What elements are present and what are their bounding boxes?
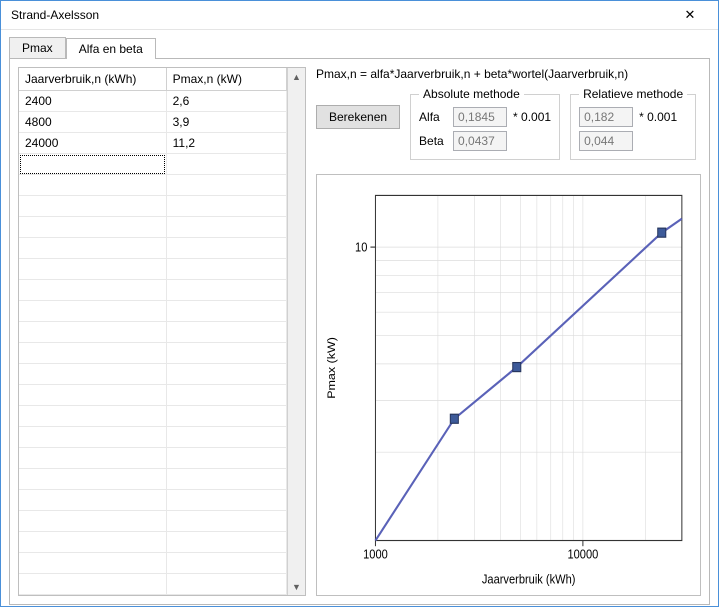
svg-text:10000: 10000: [567, 547, 598, 562]
svg-text:10: 10: [355, 240, 368, 255]
tabstrip: Pmax Alfa en beta: [9, 36, 710, 58]
relative-legend: Relatieve methode: [579, 87, 687, 101]
absolute-legend: Absolute methode: [419, 87, 524, 101]
window-title: Strand-Axelsson: [11, 8, 670, 22]
cell-pmax[interactable]: 11,2: [166, 133, 286, 154]
beta-label: Beta: [419, 134, 447, 148]
table-new-row[interactable]: [19, 154, 287, 175]
client-area: Pmax Alfa en beta Jaarverbruik,n (kWh) P…: [1, 30, 718, 613]
col-header-pmax[interactable]: Pmax,n (kW): [166, 68, 286, 91]
table-row[interactable]: 24002,6: [19, 91, 287, 112]
table-row[interactable]: 48003,9: [19, 112, 287, 133]
alfa-label: Alfa: [419, 110, 447, 124]
table-row[interactable]: [19, 175, 287, 196]
table-row[interactable]: [19, 280, 287, 301]
alfa-absolute-input[interactable]: [453, 107, 507, 127]
data-grid[interactable]: Jaarverbruik,n (kWh) Pmax,n (kW) 24002,6…: [18, 67, 306, 596]
cell-pmax[interactable]: [166, 154, 286, 175]
table-row[interactable]: [19, 196, 287, 217]
alfa-suffix: * 0.001: [513, 110, 551, 124]
titlebar: Strand-Axelsson ✕: [1, 1, 718, 30]
scroll-down-icon[interactable]: ▼: [288, 578, 305, 595]
table-row[interactable]: [19, 238, 287, 259]
table-row[interactable]: [19, 301, 287, 322]
table-row[interactable]: [19, 448, 287, 469]
table-row[interactable]: [19, 427, 287, 448]
table-row[interactable]: [19, 553, 287, 574]
table-row[interactable]: [19, 511, 287, 532]
relative-method-group: Relatieve methode * 0.001: [570, 87, 696, 160]
col-header-jaarverbruik[interactable]: Jaarverbruik,n (kWh): [19, 68, 166, 91]
table-row[interactable]: [19, 217, 287, 238]
right-panel: Pmax,n = alfa*Jaarverbruik,n + beta*wort…: [316, 67, 701, 596]
table-row[interactable]: [19, 343, 287, 364]
table-row[interactable]: [19, 406, 287, 427]
calc-button[interactable]: Berekenen: [316, 105, 400, 129]
cell-jaarverbruik[interactable]: 2400: [19, 91, 166, 112]
svg-text:1000: 1000: [363, 547, 388, 562]
table-row[interactable]: [19, 490, 287, 511]
svg-text:Pmax (kW): Pmax (kW): [325, 337, 338, 399]
table-row[interactable]: [19, 469, 287, 490]
tab-pmax[interactable]: Pmax: [9, 37, 66, 58]
rel-alfa-suffix: * 0.001: [639, 110, 677, 124]
cell-jaarverbruik[interactable]: 4800: [19, 112, 166, 133]
table-row[interactable]: [19, 364, 287, 385]
tabpage-alfa-beta: Jaarverbruik,n (kWh) Pmax,n (kW) 24002,6…: [9, 58, 710, 605]
grid-scrollbar[interactable]: ▲ ▼: [287, 68, 305, 595]
controls-row: Berekenen Absolute methode Alfa * 0.001 …: [316, 87, 701, 160]
scroll-up-icon[interactable]: ▲: [288, 68, 305, 85]
cell-jaarverbruik[interactable]: [19, 154, 166, 175]
table-row[interactable]: [19, 259, 287, 280]
table-row[interactable]: [19, 322, 287, 343]
beta-relative-input[interactable]: [579, 131, 633, 151]
cell-pmax[interactable]: 3,9: [166, 112, 286, 133]
cell-jaarverbruik[interactable]: 24000: [19, 133, 166, 154]
table-row[interactable]: [19, 385, 287, 406]
table-row[interactable]: 2400011,2: [19, 133, 287, 154]
table-row[interactable]: [19, 574, 287, 595]
close-icon[interactable]: ✕: [670, 1, 710, 29]
alfa-relative-input[interactable]: [579, 107, 633, 127]
tab-alfa-beta[interactable]: Alfa en beta: [66, 38, 156, 59]
cell-pmax[interactable]: 2,6: [166, 91, 286, 112]
window: Strand-Axelsson ✕ Pmax Alfa en beta Jaar…: [0, 0, 719, 607]
beta-absolute-input[interactable]: [453, 131, 507, 151]
chart: 1000 10000 10 Jaarverbruik (kWh) Pmax (kW): [316, 174, 701, 596]
absolute-method-group: Absolute methode Alfa * 0.001 Beta: [410, 87, 560, 160]
svg-text:Jaarverbruik (kWh): Jaarverbruik (kWh): [482, 572, 576, 587]
formula-label: Pmax,n = alfa*Jaarverbruik,n + beta*wort…: [316, 67, 701, 81]
table-row[interactable]: [19, 532, 287, 553]
